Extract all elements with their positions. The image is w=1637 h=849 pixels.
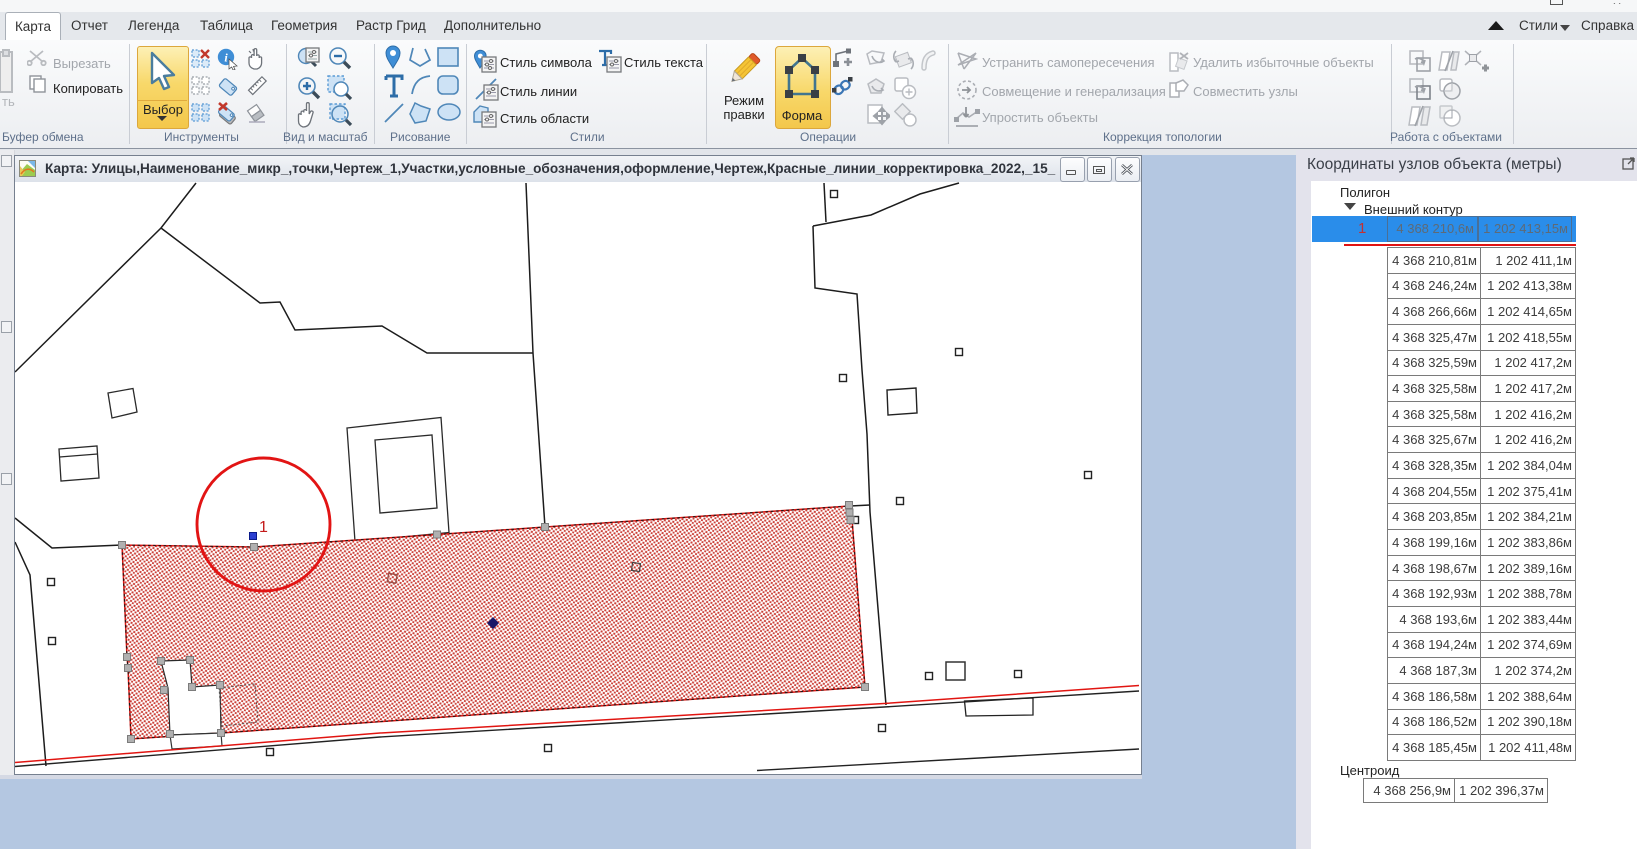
svg-text:1: 1 [259, 519, 268, 536]
